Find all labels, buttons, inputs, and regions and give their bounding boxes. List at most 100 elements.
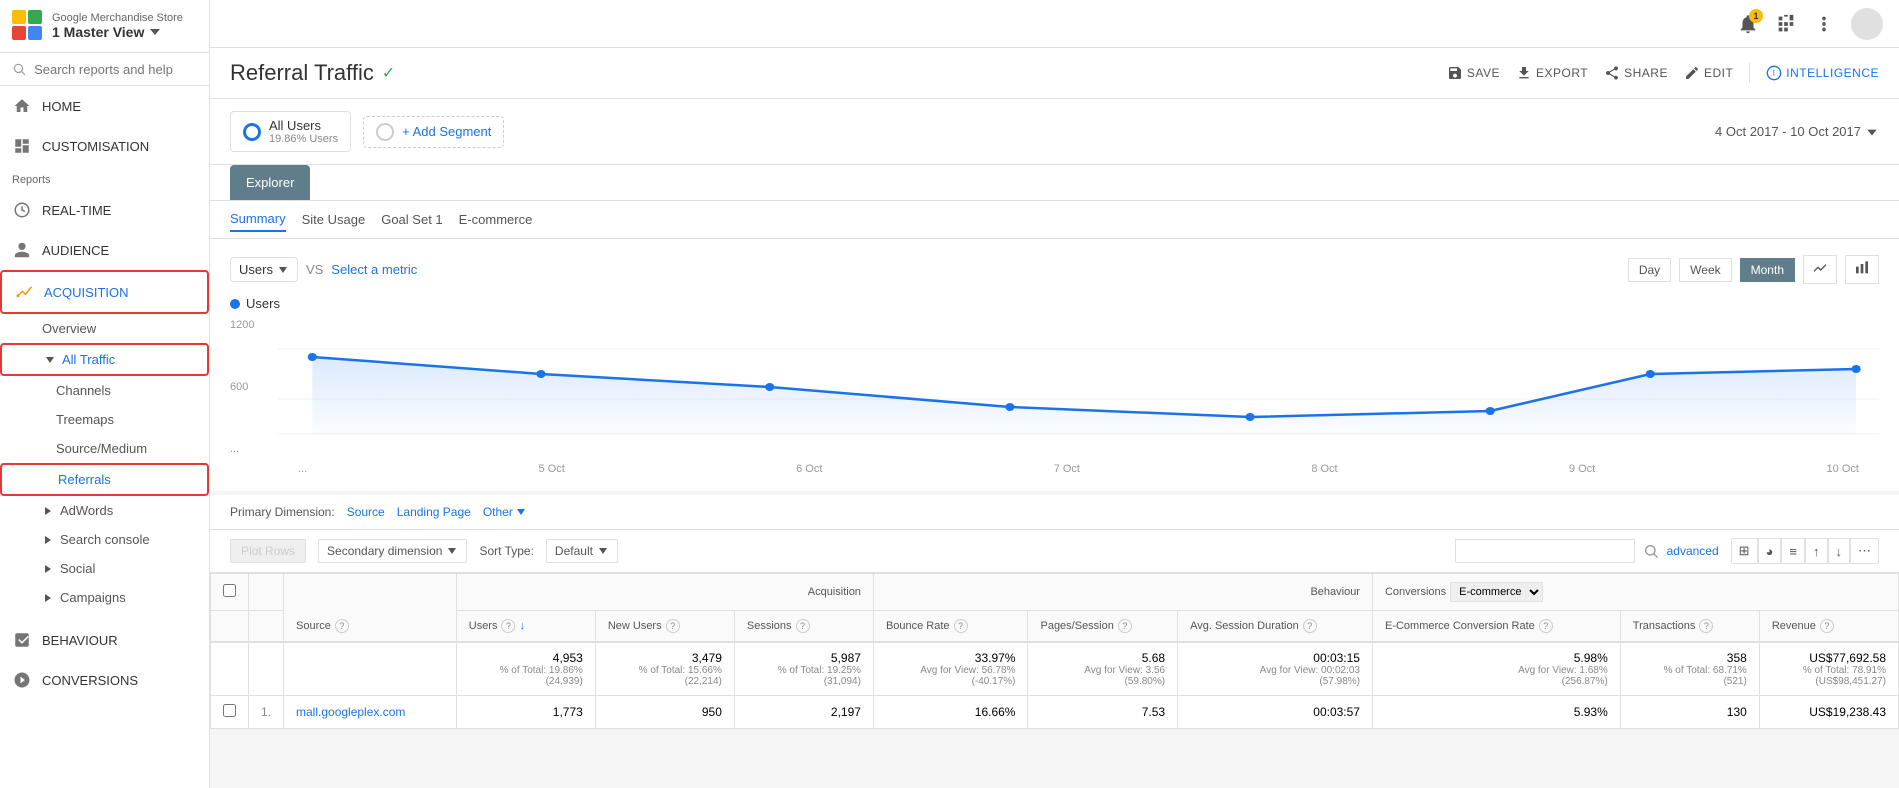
revenue-help-icon[interactable]: ? <box>1820 619 1834 633</box>
sort-type-dropdown[interactable]: Default <box>546 539 618 563</box>
sidebar-title-group: Google Merchandise Store 1 Master View <box>52 12 183 40</box>
view-name[interactable]: 1 Master View <box>52 24 183 40</box>
save-button[interactable]: SAVE <box>1447 65 1500 81</box>
week-button[interactable]: Week <box>1679 258 1731 282</box>
export-button[interactable]: EXPORT <box>1516 65 1588 81</box>
grid-view-button[interactable]: ⊞ <box>1731 538 1758 564</box>
transactions-help-icon[interactable]: ? <box>1699 619 1713 633</box>
add-segment-button[interactable]: + Add Segment <box>363 116 504 148</box>
sessions-help-icon[interactable]: ? <box>796 619 810 633</box>
sidebar-search[interactable] <box>0 53 209 86</box>
acquisition-group-header: Acquisition <box>456 574 873 611</box>
sidebar-item-conversions[interactable]: CONVERSIONS <box>0 660 209 700</box>
other-dimension[interactable]: Other <box>483 505 527 519</box>
line-chart-button[interactable] <box>1803 255 1837 284</box>
metric-selector[interactable]: Users <box>230 257 298 282</box>
sidebar-item-treemaps[interactable]: Treemaps <box>0 405 209 434</box>
sidebar-item-source-medium[interactable]: Source/Medium <box>0 434 209 463</box>
behaviour-label: BEHAVIOUR <box>42 633 118 648</box>
pages-help-icon[interactable]: ? <box>1118 619 1132 633</box>
avg-session-help-icon[interactable]: ? <box>1303 619 1317 633</box>
sidebar-item-realtime[interactable]: REAL-TIME <box>0 190 209 230</box>
sort-desc-button[interactable]: ↓ <box>1828 538 1851 564</box>
tab-goal-set-1[interactable]: Goal Set 1 <box>381 208 442 231</box>
main-content: 1 Referral Traffic ✓ SAVE EXP <box>210 0 1899 788</box>
users-help-icon[interactable]: ? <box>501 619 515 633</box>
search-icon <box>12 61 26 77</box>
scatter-view-button[interactable]: ⋯ <box>1850 538 1879 564</box>
sidebar-item-customisation[interactable]: CUSTOMISATION <box>0 126 209 166</box>
sidebar-item-channels[interactable]: Channels <box>0 376 209 405</box>
tab-summary[interactable]: Summary <box>230 207 286 232</box>
new-users-help-icon[interactable]: ? <box>666 619 680 633</box>
row-num-cell: 1. <box>249 696 284 729</box>
users-sort-icon[interactable]: ↓ <box>519 620 525 632</box>
landing-page-link[interactable]: Landing Page <box>397 505 471 519</box>
primary-dimension-label: Primary Dimension: <box>230 505 335 519</box>
sort-asc-button[interactable]: ↑ <box>1805 538 1828 564</box>
row-sessions-cell: 2,197 <box>734 696 873 729</box>
select-metric-link[interactable]: Select a metric <box>331 262 417 277</box>
table-search-input[interactable] <box>1455 539 1635 563</box>
adwords-expand-icon <box>42 505 54 517</box>
top-bar: 1 <box>210 0 1899 48</box>
sidebar-item-social[interactable]: Social <box>0 554 209 583</box>
sidebar-item-home[interactable]: HOME <box>0 86 209 126</box>
chevron-down-icon <box>148 25 162 39</box>
row-ecommerce-cell: 5.93% <box>1372 696 1620 729</box>
avg-session-col-header: Avg. Session Duration ? <box>1178 611 1373 643</box>
sidebar-item-acquisition[interactable]: ACQUISITION <box>0 270 209 314</box>
more-options-btn[interactable] <box>1813 13 1835 35</box>
sidebar-item-overview[interactable]: Overview <box>0 314 209 343</box>
row-bounce-cell: 16.66% <box>873 696 1028 729</box>
advanced-link[interactable]: advanced <box>1667 544 1719 558</box>
sidebar-item-audience[interactable]: AUDIENCE <box>0 230 209 270</box>
day-button[interactable]: Day <box>1628 258 1671 282</box>
bounce-help-icon[interactable]: ? <box>954 619 968 633</box>
explorer-tab[interactable]: Explorer <box>230 165 310 200</box>
verified-check-icon: ✓ <box>382 63 395 83</box>
other-chevron-icon <box>515 506 527 518</box>
report-area: Referral Traffic ✓ SAVE EXPORT SHARE <box>210 48 1899 788</box>
source-dimension-link[interactable]: Source <box>347 505 385 519</box>
pie-view-button[interactable]: ◕ <box>1758 538 1782 564</box>
chart-container <box>278 319 1879 459</box>
sub-tab-bar: Summary Site Usage Goal Set 1 E-commerce <box>210 201 1899 239</box>
edit-button[interactable]: EDIT <box>1684 65 1733 81</box>
select-all-checkbox[interactable] <box>223 584 236 597</box>
all-users-chip[interactable]: All Users 19.86% Users <box>230 111 351 152</box>
bounce-rate-col-header: Bounce Rate ? <box>873 611 1028 643</box>
avatar[interactable] <box>1851 8 1883 40</box>
table-controls: Plot Rows Secondary dimension Sort Type:… <box>210 530 1899 573</box>
sidebar-item-adwords[interactable]: AdWords <box>0 496 209 525</box>
list-view-button[interactable]: ≡ <box>1781 538 1805 564</box>
table-search-icon[interactable] <box>1643 543 1659 559</box>
sidebar-item-behaviour[interactable]: BEHAVIOUR <box>0 620 209 660</box>
apps-icon-btn[interactable] <box>1775 13 1797 35</box>
social-label: Social <box>60 561 95 576</box>
metric-chevron-icon <box>277 264 289 276</box>
notification-bell[interactable]: 1 <box>1737 13 1759 35</box>
source-link[interactable]: mall.googleplex.com <box>296 705 405 719</box>
total-transactions-cell: 358 % of Total: 68.71% (521) <box>1620 642 1759 696</box>
sidebar-item-all-traffic[interactable]: All Traffic <box>0 343 209 376</box>
share-button[interactable]: SHARE <box>1604 65 1668 81</box>
new-users-col-header: New Users ? <box>595 611 734 643</box>
bar-chart-button[interactable] <box>1845 255 1879 284</box>
sidebar-item-campaigns[interactable]: Campaigns <box>0 583 209 612</box>
tab-ecommerce[interactable]: E-commerce <box>459 208 533 231</box>
conversions-type-select[interactable]: E-commerce <box>1450 582 1543 602</box>
tab-site-usage[interactable]: Site Usage <box>302 208 366 231</box>
row-checkbox[interactable] <box>223 704 236 717</box>
secondary-dimension-dropdown[interactable]: Secondary dimension <box>318 539 467 563</box>
intelligence-button[interactable]: i INTELLIGENCE <box>1766 65 1879 81</box>
search-input[interactable] <box>34 62 197 77</box>
ecommerce-help-icon[interactable]: ? <box>1539 619 1553 633</box>
month-button[interactable]: Month <box>1740 258 1795 282</box>
total-check-cell <box>211 642 249 696</box>
source-help-icon[interactable]: ? <box>335 619 349 633</box>
sidebar-item-referrals[interactable]: Referrals <box>0 463 209 496</box>
metric-controls: Users VS Select a metric <box>230 257 417 282</box>
date-range-selector[interactable]: 4 Oct 2017 - 10 Oct 2017 <box>1715 124 1879 139</box>
sidebar-item-search-console[interactable]: Search console <box>0 525 209 554</box>
